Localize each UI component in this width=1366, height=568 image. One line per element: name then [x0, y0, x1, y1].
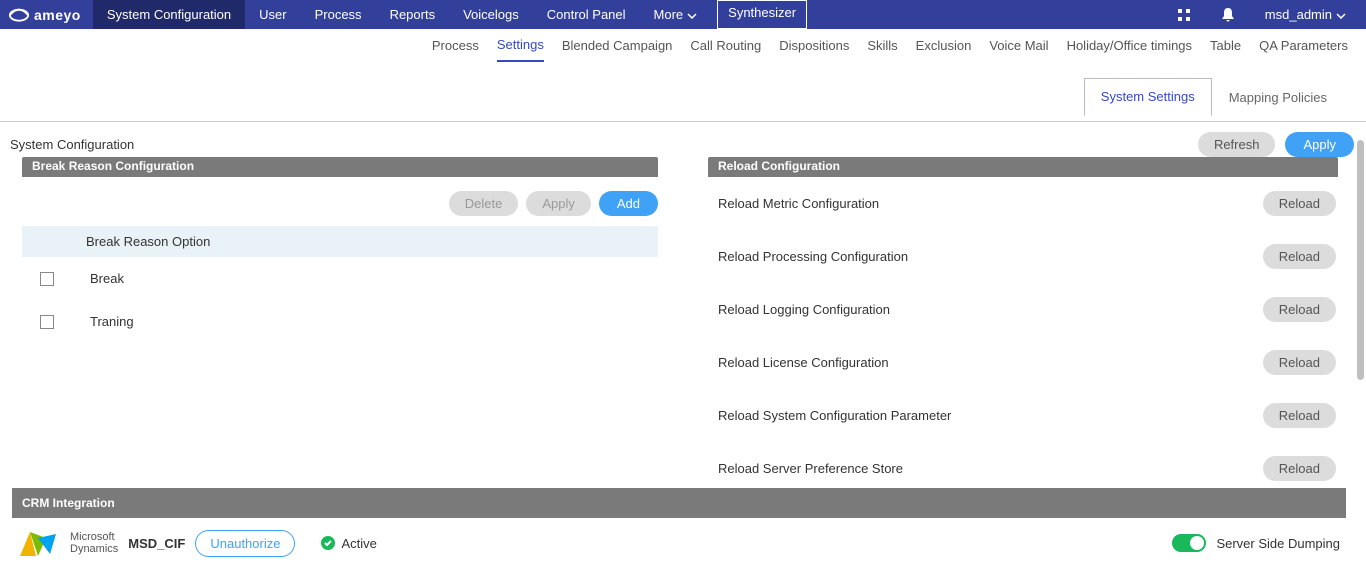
subnav-table[interactable]: Table — [1210, 38, 1241, 61]
tabs-row: System Settings Mapping Policies — [0, 65, 1366, 122]
reload-row-label: Reload License Configuration — [718, 355, 889, 370]
reload-row-label: Reload Metric Configuration — [718, 196, 879, 211]
nav-item-label: More — [654, 7, 684, 22]
tab-mapping-policies[interactable]: Mapping Policies — [1212, 79, 1344, 116]
dynamics-logo-icon — [16, 528, 62, 558]
crm-instance-name: MSD_CIF — [128, 536, 185, 551]
reload-button[interactable]: Reload — [1263, 297, 1336, 322]
unauthorize-button[interactable]: Unauthorize — [195, 530, 295, 557]
subnav-holiday-office[interactable]: Holiday/Office timings — [1067, 38, 1192, 61]
nav-item-label: Control Panel — [547, 7, 626, 22]
toggle-label: Server Side Dumping — [1216, 536, 1340, 551]
subnav-settings[interactable]: Settings — [497, 37, 544, 62]
sub-nav: Process Settings Blended Campaign Call R… — [0, 29, 1366, 65]
refresh-button[interactable]: Refresh — [1198, 132, 1276, 157]
tabs: System Settings Mapping Policies — [1084, 79, 1344, 116]
break-checkbox[interactable] — [40, 272, 54, 286]
nav-reports[interactable]: Reports — [376, 0, 450, 29]
brand-logo[interactable]: ameyo — [0, 0, 93, 29]
reload-button[interactable]: Reload — [1263, 191, 1336, 216]
subnav-call-routing[interactable]: Call Routing — [690, 38, 761, 61]
break-row-label: Break — [90, 271, 124, 286]
nav-right: msd_admin — [1177, 7, 1366, 22]
nav-voicelogs[interactable]: Voicelogs — [449, 0, 533, 29]
reload-button[interactable]: Reload — [1263, 244, 1336, 269]
subnav-dispositions[interactable]: Dispositions — [779, 38, 849, 61]
tab-system-settings[interactable]: System Settings — [1084, 78, 1212, 116]
subnav-qa-parameters[interactable]: QA Parameters — [1259, 38, 1348, 61]
reload-row: Reload Logging Configuration Reload — [708, 283, 1338, 336]
delete-button[interactable]: Delete — [449, 191, 519, 216]
subnav-process[interactable]: Process — [432, 38, 479, 61]
add-button[interactable]: Add — [599, 191, 658, 216]
subnav-skills[interactable]: Skills — [867, 38, 897, 61]
crm-panel-body: Microsoft Dynamics MSD_CIF Unauthorize A… — [12, 518, 1346, 568]
break-reason-actions: Delete Apply Add — [22, 177, 658, 226]
break-reason-column-header: Break Reason Option — [22, 226, 658, 257]
synthesizer-label: Synthesizer — [728, 5, 796, 20]
nav-item-label: Process — [315, 7, 362, 22]
reload-row: Reload Processing Configuration Reload — [708, 230, 1338, 283]
reload-panel: Reload Configuration Reload Metric Confi… — [708, 163, 1338, 495]
apply-break-button[interactable]: Apply — [526, 191, 591, 216]
subnav-exclusion[interactable]: Exclusion — [916, 38, 972, 61]
chevron-down-icon — [1336, 7, 1346, 22]
reload-row-label: Reload System Configuration Parameter — [718, 408, 951, 423]
status-badge: Active — [321, 536, 376, 551]
subnav-voice-mail[interactable]: Voice Mail — [989, 38, 1048, 61]
reload-button[interactable]: Reload — [1263, 403, 1336, 428]
page-title: System Configuration — [10, 137, 134, 152]
notifications-icon[interactable] — [1221, 8, 1235, 22]
reload-row: Reload License Configuration Reload — [708, 336, 1338, 389]
dynamics-line2: Dynamics — [70, 543, 118, 555]
user-name: msd_admin — [1265, 7, 1332, 22]
brand-name: ameyo — [34, 7, 81, 23]
nav-process[interactable]: Process — [301, 0, 376, 29]
dynamics-line1: Microsoft — [70, 531, 118, 543]
nav-system-configuration[interactable]: System Configuration — [93, 0, 245, 29]
crm-integration-panel: CRM Integration Microsoft Dynamics MSD_C… — [12, 488, 1346, 568]
reload-row-label: Reload Processing Configuration — [718, 249, 908, 264]
nav-item-label: Reports — [390, 7, 436, 22]
subnav-blended-campaign[interactable]: Blended Campaign — [562, 38, 673, 61]
apply-button[interactable]: Apply — [1285, 132, 1354, 157]
crm-panel-header: CRM Integration — [12, 488, 1346, 518]
break-reason-panel: Break Reason Configuration Delete Apply … — [22, 163, 658, 343]
nav-control-panel[interactable]: Control Panel — [533, 0, 640, 29]
scrollbar-thumb[interactable] — [1357, 140, 1364, 380]
top-nav: ameyo System Configuration User Process … — [0, 0, 1366, 29]
main-content: Break Reason Configuration Delete Apply … — [0, 163, 1366, 495]
apps-grid-icon[interactable] — [1177, 8, 1191, 22]
break-row: Traning — [22, 300, 658, 343]
reload-button[interactable]: Reload — [1263, 456, 1336, 481]
reload-row-label: Reload Server Preference Store — [718, 461, 903, 476]
reload-row: Reload System Configuration Parameter Re… — [708, 389, 1338, 442]
nav-more[interactable]: More — [640, 0, 712, 29]
page-actions: Refresh Apply — [1198, 132, 1354, 157]
reload-button[interactable]: Reload — [1263, 350, 1336, 375]
synthesizer-button[interactable]: Synthesizer — [717, 0, 807, 29]
status-text: Active — [341, 536, 376, 551]
dynamics-product-label: Microsoft Dynamics — [70, 531, 118, 555]
chevron-down-icon — [687, 7, 697, 22]
nav-user[interactable]: User — [245, 0, 300, 29]
nav-items: System Configuration User Process Report… — [93, 0, 807, 29]
break-row: Break — [22, 257, 658, 300]
nav-item-label: System Configuration — [107, 7, 231, 22]
nav-item-label: Voicelogs — [463, 7, 519, 22]
break-reason-panel-header: Break Reason Configuration — [22, 157, 658, 177]
break-row-label: Traning — [90, 314, 134, 329]
status-active-icon — [321, 536, 335, 550]
reload-row: Reload Metric Configuration Reload — [708, 177, 1338, 230]
reload-row-label: Reload Logging Configuration — [718, 302, 890, 317]
nav-item-label: User — [259, 7, 286, 22]
server-side-dumping-toggle[interactable] — [1172, 534, 1206, 552]
server-side-dumping-control: Server Side Dumping — [1172, 534, 1340, 552]
reload-panel-header: Reload Configuration — [708, 157, 1338, 177]
brand-logo-icon — [8, 6, 30, 24]
break-checkbox[interactable] — [40, 315, 54, 329]
user-menu[interactable]: msd_admin — [1265, 7, 1346, 22]
